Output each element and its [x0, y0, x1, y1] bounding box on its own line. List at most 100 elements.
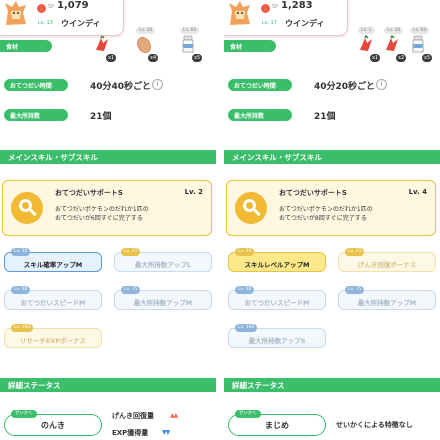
pokemon-name: ウインディ — [285, 19, 325, 28]
nature-down-stat: EXP獲得量 — [112, 429, 149, 437]
pokemon-header-card[interactable]: SP 1,079 Lv. 13 ウインディ — [0, 0, 124, 36]
main-skill-card[interactable]: おてつだいサポートS Lv. 4 おてつだいポケモンのだれか1匹の おてつだいが… — [226, 180, 436, 236]
main-skill-name: おてつだいサポートS — [55, 189, 123, 197]
ingredient-level-badge: Lv. 60 — [410, 27, 430, 34]
sub-skill-label: 最大所持数アップS — [248, 337, 306, 345]
sub-skill-lv25[interactable]: Lv. 25 最大所持数アップL — [114, 248, 212, 272]
main-skill-level: Lv. 4 — [408, 188, 427, 196]
help-time-value: 40分40秒ごと — [90, 82, 152, 92]
sub-skill-label: 最大所持数アップL — [134, 261, 192, 269]
main-skill-description: おてつだいポケモンのだれか1匹の おてつだいが6回すぐに完了する — [55, 206, 149, 222]
ingredient-3[interactable]: Lv. 60 x5 — [404, 26, 433, 66]
sub-skill-level-badge: Lv. 25 — [345, 248, 365, 256]
help-time-row: おてつだい時間 40分20秒ごと i — [224, 76, 440, 94]
sub-skill-level-badge: Lv. 75 — [345, 286, 365, 294]
ingredient-count: x5 — [422, 54, 433, 62]
max-carry-value: 21個 — [314, 112, 336, 122]
help-time-tag: おてつだい時間 — [228, 79, 292, 91]
sub-skill-label: スキルレベルアップM — [244, 261, 310, 269]
sub-skill-label: リサーチEXPボーナス — [19, 337, 87, 345]
sub-skill-label: おてつだいスピードM — [20, 299, 86, 307]
help-time-value: 40分20秒ごと — [314, 82, 376, 92]
max-carry-row: 最大所持数 21個 — [0, 106, 216, 124]
sub-skill-lv100[interactable]: Lv. 100 最大所持数アップS — [228, 324, 326, 348]
sub-skill-label: げんき回復ボーナス — [357, 261, 417, 269]
section-header-status: 詳細ステータス — [224, 378, 440, 392]
nature-box[interactable]: せいかく まじめ — [228, 410, 326, 436]
sub-skill-lv75[interactable]: Lv. 75 最大所持数アップM — [114, 286, 212, 310]
sub-skill-lv10[interactable]: Lv. 10 スキル確率アップM — [4, 248, 102, 272]
ingredient-level-badge: Lv. 60 — [180, 27, 200, 34]
pokemon-name: ウインディ — [61, 19, 101, 28]
help-time-tag: おてつだい時間 — [4, 79, 68, 91]
nature-up-stat: げんき回復量 — [112, 412, 154, 420]
max-carry-tag: 最大所持数 — [228, 109, 292, 121]
max-carry-row: 最大所持数 21個 — [224, 106, 440, 124]
nature-tag: せいかく — [235, 410, 261, 418]
sub-skill-level-badge: Lv. 50 — [235, 286, 255, 294]
max-carry-value: 21個 — [90, 112, 112, 122]
nature-name: のんき — [41, 421, 65, 430]
pokemon-header-card[interactable]: SP 1,283 Lv. 17 ウインディ — [224, 0, 348, 36]
pokemon-thumbnail-icon — [5, 1, 26, 25]
pokemon-level: Lv. 13 — [38, 20, 53, 26]
section-header-status: 詳細ステータス — [0, 378, 216, 392]
ingredient-3[interactable]: Lv. 60 x5 — [174, 26, 203, 66]
main-skill-level: Lv. 2 — [184, 188, 203, 196]
ingredient-count: x5 — [192, 54, 203, 62]
ingredient-potato-icon — [137, 37, 151, 53]
down-arrows-icon: ▼▼ — [162, 429, 170, 436]
ingredient-milk-icon — [182, 35, 194, 53]
max-carry-tag: 最大所持数 — [4, 109, 68, 121]
info-icon[interactable]: i — [152, 79, 163, 90]
ingredients-tag: 食材 — [0, 40, 52, 52]
ingredients-tag: 食材 — [224, 40, 276, 52]
ingredient-level-badge: Lv. 30 — [136, 27, 156, 34]
section-header-skills: メインスキル・サブスキル — [224, 150, 440, 164]
ingredient-level-badge: Lv. 30 — [384, 27, 404, 34]
ingredient-herb-icon — [360, 34, 372, 51]
sub-skill-lv50[interactable]: Lv. 50 おてつだいスピードM — [228, 286, 326, 310]
sub-skill-lv25[interactable]: Lv. 25 げんき回復ボーナス — [338, 248, 436, 272]
pokemon-level: Lv. 17 — [262, 20, 277, 26]
sub-skill-level-badge: Lv. 10 — [11, 248, 31, 256]
ingredient-2[interactable]: Lv. 30 x4 — [130, 26, 159, 66]
pokemon-detail-panel-left: 食材 Lv. 1 x1 Lv. 30 x4 Lv. 60 x5 — [0, 0, 216, 440]
sub-skill-label: 最大所持数アップM — [133, 299, 193, 307]
sp-label: SP — [272, 4, 279, 10]
ingredient-level-badge: Lv. 1 — [358, 27, 375, 34]
section-header-skills: メインスキル・サブスキル — [0, 150, 216, 164]
up-arrows-icon: ▲▲ — [170, 412, 178, 419]
sub-skill-lv75[interactable]: Lv. 75 最大所持数アップM — [338, 286, 436, 310]
ingredient-herb-icon — [386, 34, 398, 51]
panel-divider — [216, 0, 224, 440]
nature-name: まじめ — [265, 421, 289, 430]
sp-badge-icon — [261, 4, 270, 13]
sub-skill-level-badge: Lv. 75 — [121, 286, 141, 294]
ingredient-1[interactable]: Lv. 1 x1 — [352, 26, 381, 66]
info-icon[interactable]: i — [376, 79, 387, 90]
sub-skill-lv50[interactable]: Lv. 50 おてつだいスピードM — [4, 286, 102, 310]
ingredient-count: x1 — [106, 54, 117, 62]
ingredient-2[interactable]: Lv. 30 x2 — [378, 26, 407, 66]
pokemon-detail-panel-right: 食材 Lv. 1 x1 Lv. 30 x2 Lv. 60 x5 SP 1,283… — [224, 0, 440, 440]
sub-skill-level-badge: Lv. 50 — [11, 286, 31, 294]
help-time-row: おてつだい時間 40分40秒ごと i — [0, 76, 216, 94]
sub-skill-label: スキル確率アップM — [23, 261, 83, 269]
nature-no-effect: せいかくによる特徴なし — [336, 421, 413, 429]
sub-skill-label: 最大所持数アップM — [357, 299, 417, 307]
main-skill-name: おてつだいサポートS — [279, 189, 347, 197]
main-skill-card[interactable]: おてつだいサポートS Lv. 2 おてつだいポケモンのだれか1匹の おてつだいが… — [2, 180, 212, 236]
sp-value: 1,283 — [281, 0, 313, 11]
sub-skill-lv100[interactable]: Lv. 100 リサーチEXPボーナス — [4, 324, 102, 348]
sub-skill-lv10[interactable]: Lv. 10 スキルレベルアップM — [228, 248, 326, 272]
sub-skill-level-badge: Lv. 100 — [11, 324, 34, 332]
ingredient-count: x4 — [148, 54, 159, 62]
sub-skill-level-badge: Lv. 10 — [235, 248, 255, 256]
ingredient-milk-icon — [412, 35, 424, 53]
sub-skill-level-badge: Lv. 25 — [121, 248, 141, 256]
nature-box[interactable]: せいかく のんき — [4, 410, 102, 436]
sp-badge-icon — [37, 4, 46, 13]
ingredient-herb-icon — [96, 34, 108, 51]
pokemon-thumbnail-icon — [229, 1, 250, 25]
